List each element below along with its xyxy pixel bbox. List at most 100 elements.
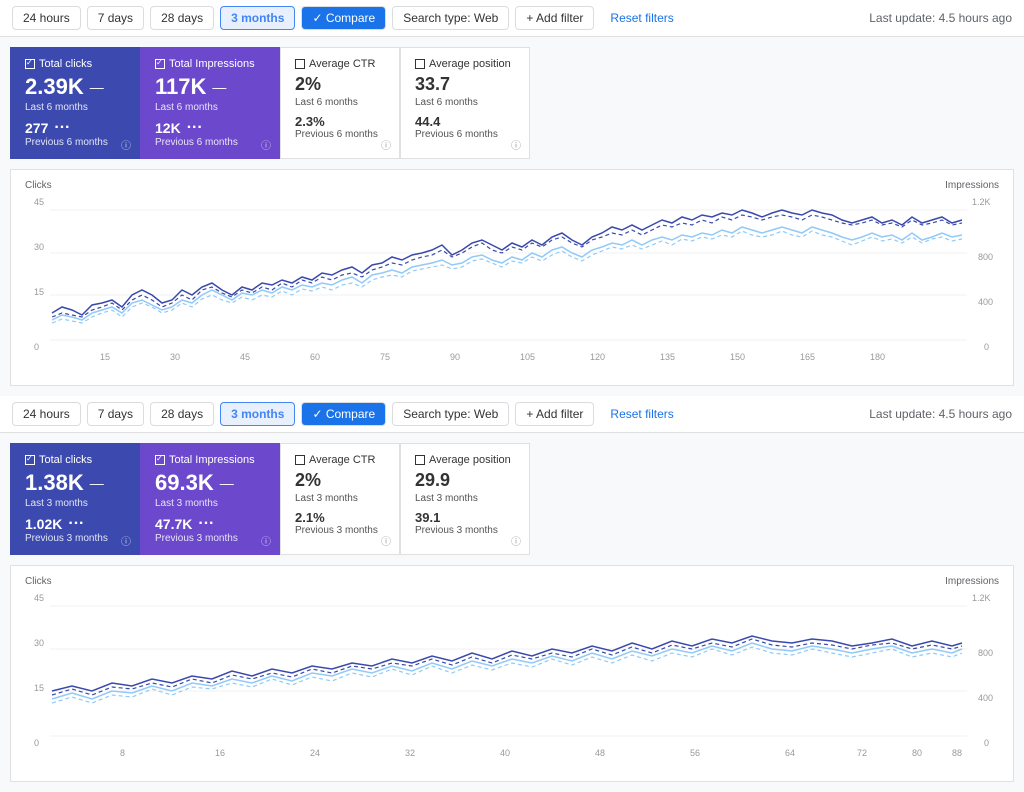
compare-btn-1[interactable]: ✓ Compare: [301, 6, 386, 30]
metric-period-ctr-2: Last 3 months: [295, 493, 385, 504]
svg-text:24: 24: [310, 748, 320, 758]
add-filter-btn-1[interactable]: + Add filter: [515, 6, 594, 30]
info-icon-ctr-2: ⓘ: [381, 533, 391, 548]
metric-value-ctr: 2%: [295, 74, 385, 95]
metric-prev-period-ctr: Previous 6 months: [295, 129, 385, 140]
metric-average-position[interactable]: Average position 33.7 Last 6 months 44.4…: [400, 47, 530, 159]
checkbox-clicks-2[interactable]: [25, 455, 35, 465]
chart-2: Clicks Impressions 45 30 15 0 1.2K 800 4…: [10, 565, 1014, 782]
metric-prev-ctr-2: 2.1%: [295, 510, 385, 525]
y-axis-label-left-1: Clicks: [25, 180, 52, 191]
btn-28d-2[interactable]: 28 days: [150, 402, 214, 426]
svg-text:30: 30: [34, 638, 44, 648]
metric-prev-period-position-2: Previous 3 months: [415, 525, 515, 536]
metric-title-clicks: Total clicks: [25, 58, 125, 70]
metric-prev-period-position: Previous 6 months: [415, 129, 515, 140]
svg-text:56: 56: [690, 748, 700, 758]
y-axis-label-right-2: Impressions: [945, 576, 999, 587]
info-icon-clicks-2: ⓘ: [121, 533, 131, 548]
add-filter-btn-2[interactable]: + Add filter: [515, 402, 594, 426]
metric-average-position-2[interactable]: Average position 29.9 Last 3 months 39.1…: [400, 443, 530, 555]
metric-period-impressions: Last 6 months: [155, 102, 265, 113]
metric-prev-period-clicks: Previous 6 months: [25, 137, 125, 148]
checkbox-impressions[interactable]: [155, 59, 165, 69]
metric-average-ctr[interactable]: Average CTR 2% Last 6 months 2.3% Previo…: [280, 47, 400, 159]
svg-text:15: 15: [34, 287, 44, 297]
svg-text:400: 400: [978, 297, 993, 307]
metric-prev-ctr: 2.3%: [295, 114, 385, 129]
svg-text:32: 32: [405, 748, 415, 758]
metric-total-impressions[interactable]: Total Impressions 117K — Last 6 months 1…: [140, 47, 280, 159]
metric-total-clicks[interactable]: Total clicks 2.39K — Last 6 months 277 ·…: [10, 47, 140, 159]
svg-text:72: 72: [857, 748, 867, 758]
btn-24h-2[interactable]: 24 hours: [12, 402, 81, 426]
svg-text:60: 60: [310, 352, 320, 362]
chart-1: Clicks Impressions 45 30 15 0 1.2K 800 4…: [10, 169, 1014, 386]
metric-total-clicks-2[interactable]: Total clicks 1.38K — Last 3 months 1.02K…: [10, 443, 140, 555]
svg-text:75: 75: [380, 352, 390, 362]
metrics-row-1: Total clicks 2.39K — Last 6 months 277 ·…: [10, 47, 1014, 159]
svg-text:45: 45: [240, 352, 250, 362]
metric-value-clicks: 2.39K —: [25, 74, 125, 100]
metric-value-ctr-2: 2%: [295, 470, 385, 491]
metric-prev-period-clicks-2: Previous 3 months: [25, 533, 125, 544]
checkbox-clicks[interactable]: [25, 59, 35, 69]
info-icon-position-2: ⓘ: [511, 533, 521, 548]
metric-prev-period-impressions: Previous 6 months: [155, 137, 265, 148]
btn-7d-1[interactable]: 7 days: [87, 6, 144, 30]
btn-24h-1[interactable]: 24 hours: [12, 6, 81, 30]
svg-text:135: 135: [660, 352, 675, 362]
info-icon-impressions-2: ⓘ: [261, 533, 271, 548]
btn-28d-1[interactable]: 28 days: [150, 6, 214, 30]
metric-title-clicks-2: Total clicks: [25, 454, 125, 466]
last-update-2: Last update: 4.5 hours ago: [869, 407, 1012, 421]
svg-text:45: 45: [34, 197, 44, 207]
toolbar-2: 24 hours 7 days 28 days 3 months ✓ Compa…: [0, 396, 1024, 433]
svg-text:15: 15: [100, 352, 110, 362]
chart-svg-2: 45 30 15 0 1.2K 800 400 0 8 16 24 32 40 …: [25, 591, 999, 771]
svg-text:1.2K: 1.2K: [972, 593, 991, 603]
compare-btn-2[interactable]: ✓ Compare: [301, 402, 386, 426]
metric-prev-position-2: 39.1: [415, 510, 515, 525]
checkbox-position[interactable]: [415, 59, 425, 69]
metric-average-ctr-2[interactable]: Average CTR 2% Last 3 months 2.1% Previo…: [280, 443, 400, 555]
svg-text:105: 105: [520, 352, 535, 362]
svg-text:1.2K: 1.2K: [972, 197, 991, 207]
info-icon-impressions: ⓘ: [261, 137, 271, 152]
metric-period-clicks-2: Last 3 months: [25, 498, 125, 509]
metric-value-position: 33.7: [415, 74, 515, 95]
metric-total-impressions-2[interactable]: Total Impressions 69.3K — Last 3 months …: [140, 443, 280, 555]
svg-text:0: 0: [984, 738, 989, 748]
reset-filters-btn-2[interactable]: Reset filters: [600, 403, 683, 425]
search-type-btn-2[interactable]: Search type: Web: [392, 402, 509, 426]
metric-prev-impressions-2: 47.7K ···: [155, 515, 265, 533]
svg-text:16: 16: [215, 748, 225, 758]
metric-period-clicks: Last 6 months: [25, 102, 125, 113]
btn-3m-2[interactable]: 3 months: [220, 402, 295, 426]
metric-title-position-2: Average position: [415, 454, 515, 466]
svg-text:40: 40: [500, 748, 510, 758]
svg-text:8: 8: [120, 748, 125, 758]
checkbox-impressions-2[interactable]: [155, 455, 165, 465]
svg-text:150: 150: [730, 352, 745, 362]
btn-3m-1[interactable]: 3 months: [220, 6, 295, 30]
search-type-btn-1[interactable]: Search type: Web: [392, 6, 509, 30]
svg-text:90: 90: [450, 352, 460, 362]
info-icon-position: ⓘ: [511, 137, 521, 152]
checkbox-position-2[interactable]: [415, 455, 425, 465]
svg-text:0: 0: [984, 342, 989, 352]
metric-value-impressions-2: 69.3K —: [155, 470, 265, 496]
metric-prev-position: 44.4: [415, 114, 515, 129]
metric-title-impressions: Total Impressions: [155, 58, 265, 70]
metric-prev-impressions: 12K ···: [155, 119, 265, 137]
info-icon-ctr: ⓘ: [381, 137, 391, 152]
btn-7d-2[interactable]: 7 days: [87, 402, 144, 426]
metric-value-position-2: 29.9: [415, 470, 515, 491]
svg-text:15: 15: [34, 683, 44, 693]
checkbox-ctr-2[interactable]: [295, 455, 305, 465]
y-axis-label-right-1: Impressions: [945, 180, 999, 191]
checkbox-ctr[interactable]: [295, 59, 305, 69]
reset-filters-btn-1[interactable]: Reset filters: [600, 7, 683, 29]
svg-text:800: 800: [978, 648, 993, 658]
svg-text:0: 0: [34, 342, 39, 352]
